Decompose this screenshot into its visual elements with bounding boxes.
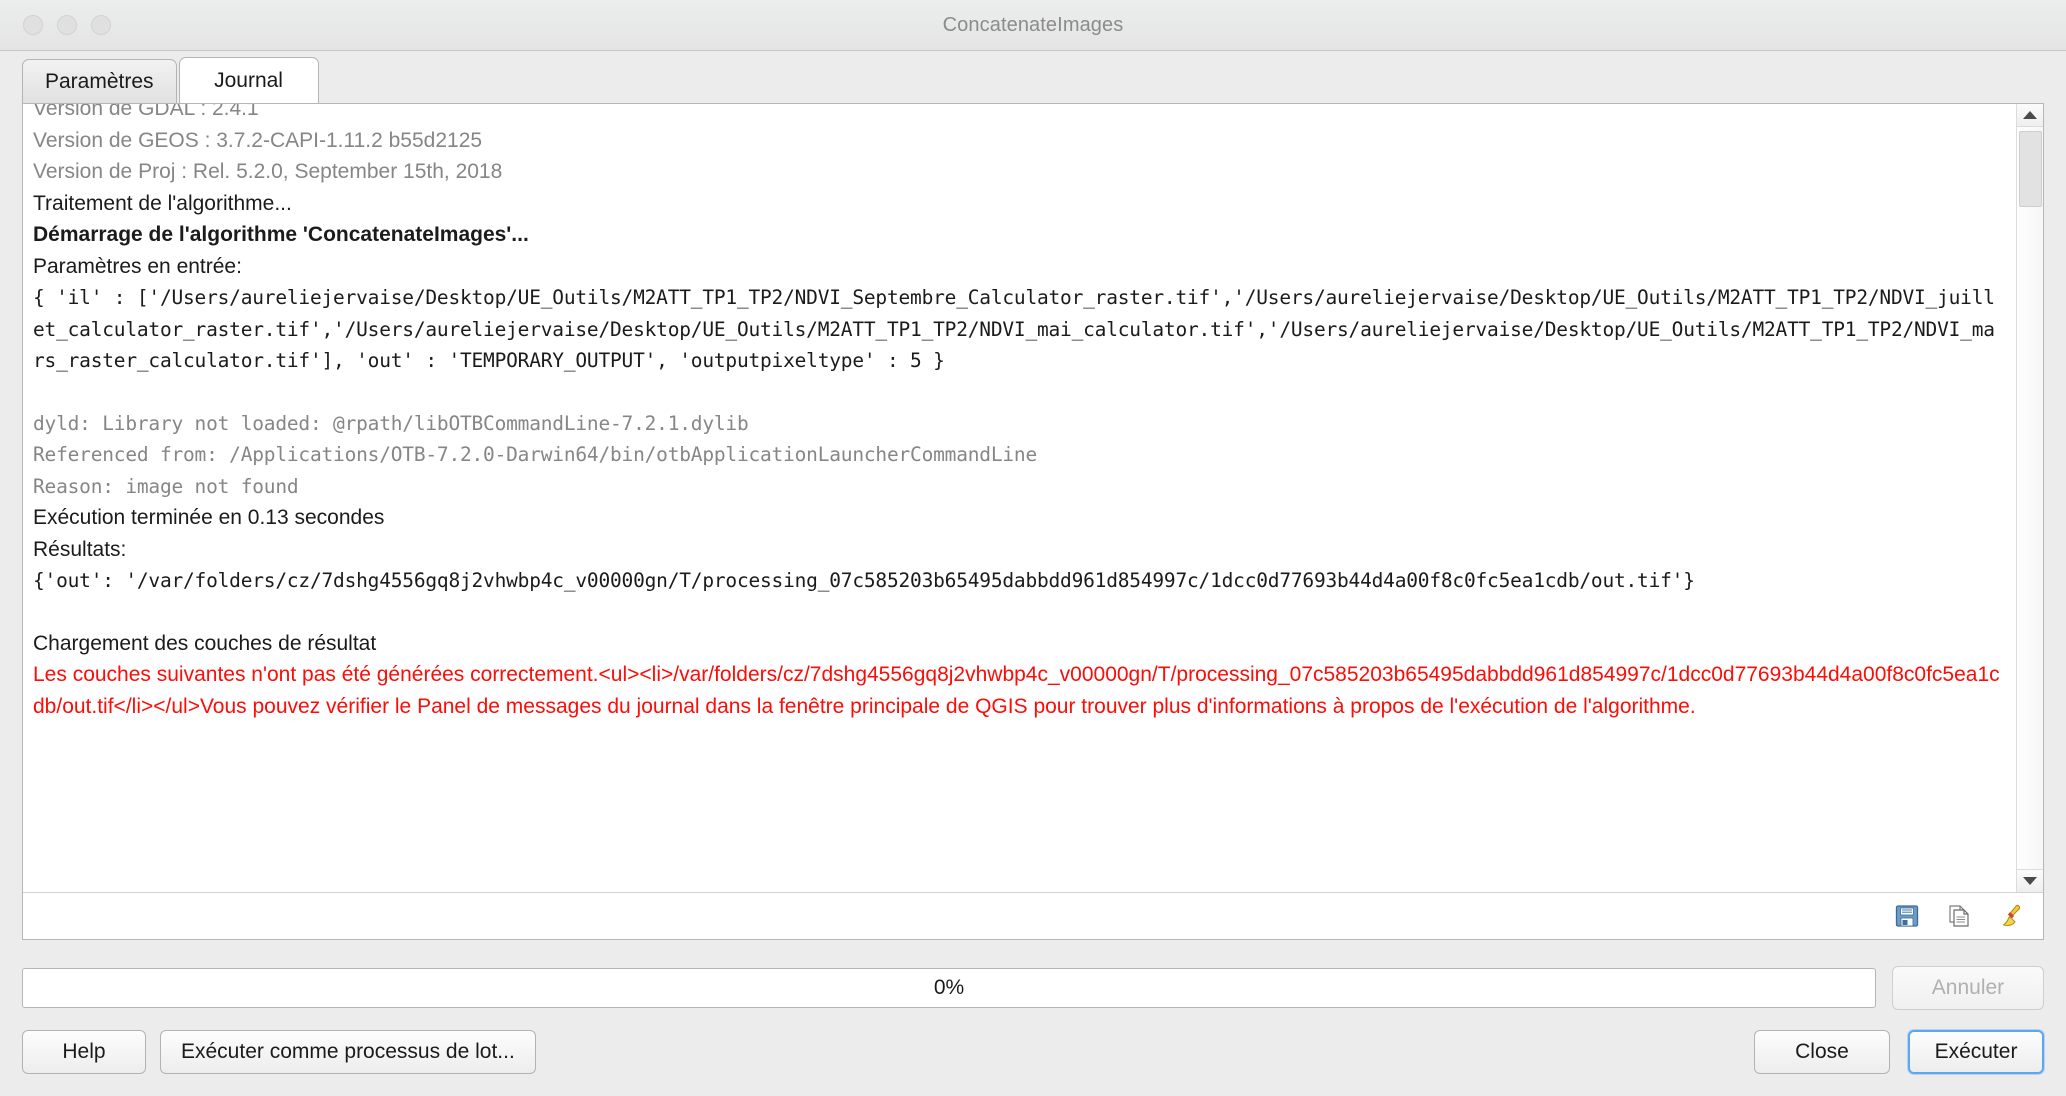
dialog-footer: 0% Annuler Help Exécuter comme processus… (0, 940, 2066, 1096)
log-line: Referenced from: /Applications/OTB-7.2.0… (33, 443, 1037, 466)
log-line: Version de Proj : Rel. 5.2.0, September … (33, 160, 503, 183)
log-line: Paramètres en entrée: (33, 254, 242, 278)
log-line: { 'il' : ['/Users/aureliejervaise/Deskto… (33, 286, 1995, 372)
zoom-window-button[interactable] (91, 15, 111, 35)
run-button[interactable]: Exécuter (1908, 1030, 2044, 1074)
log-body: Version de GDAL : 2.4.1 Version de GEOS :… (23, 104, 2043, 892)
button-row: Help Exécuter comme processus de lot... … (22, 1030, 2044, 1074)
clear-icon[interactable] (1997, 902, 2025, 930)
tab-parametres[interactable]: Paramètres (22, 59, 177, 103)
progress-bar: 0% (22, 968, 1876, 1008)
log-line: Chargement des couches de résultat (33, 631, 377, 655)
chevron-up-icon (2023, 111, 2037, 119)
footer-right-buttons: Close Exécuter (1754, 1030, 2044, 1074)
scroll-down-button[interactable] (2017, 869, 2043, 892)
help-button[interactable]: Help (22, 1030, 146, 1074)
concatenate-images-dialog: ConcatenateImages Paramètres Journal Ver… (0, 0, 2066, 1096)
chevron-down-icon (2023, 877, 2037, 885)
scrollbar-track[interactable] (2017, 127, 2043, 869)
close-window-button[interactable] (23, 15, 43, 35)
progress-label: 0% (933, 976, 965, 999)
scrollbar-thumb[interactable] (2019, 131, 2042, 207)
run-as-batch-button[interactable]: Exécuter comme processus de lot... (160, 1030, 536, 1074)
log-line: Les couches suivantes n'ont pas été géné… (33, 663, 2000, 718)
log-line: {'out': '/var/folders/cz/7dshg4556gq8j2v… (33, 569, 1695, 592)
tab-bar: Paramètres Journal (0, 51, 2066, 103)
log-toolbar (23, 892, 2043, 939)
log-line: Version de GDAL : 2.4.1 (33, 104, 259, 120)
log-line: Démarrage de l'algorithme 'ConcatenateIm… (33, 223, 529, 246)
log-text-area[interactable]: Version de GDAL : 2.4.1 Version de GEOS :… (23, 104, 2016, 892)
progress-row: 0% Annuler (22, 966, 2044, 1010)
cancel-button[interactable]: Annuler (1892, 966, 2044, 1010)
log-line: Reason: image not found (33, 474, 299, 498)
save-icon[interactable] (1893, 902, 1921, 930)
log-line: Traitement de l'algorithme... (33, 191, 292, 215)
tab-journal[interactable]: Journal (178, 57, 319, 103)
minimize-window-button[interactable] (57, 15, 77, 35)
log-panel: Version de GDAL : 2.4.1 Version de GEOS :… (22, 103, 2044, 940)
traffic-lights (23, 15, 111, 35)
log-scrollbar[interactable] (2016, 104, 2043, 892)
copy-icon[interactable] (1945, 902, 1973, 930)
title-bar: ConcatenateImages (0, 0, 2066, 51)
log-line: Exécution terminée en 0.13 secondes (33, 506, 385, 529)
close-button[interactable]: Close (1754, 1030, 1890, 1074)
log-line: dyld: Library not loaded: @rpath/libOTBC… (33, 411, 749, 435)
window-title: ConcatenateImages (942, 13, 1124, 36)
scroll-up-button[interactable] (2017, 104, 2043, 127)
log-line: Résultats: (33, 537, 127, 561)
footer-left-buttons: Help Exécuter comme processus de lot... (22, 1030, 536, 1074)
log-line: Version de GEOS : 3.7.2-CAPI-1.11.2 b55d… (33, 128, 483, 152)
